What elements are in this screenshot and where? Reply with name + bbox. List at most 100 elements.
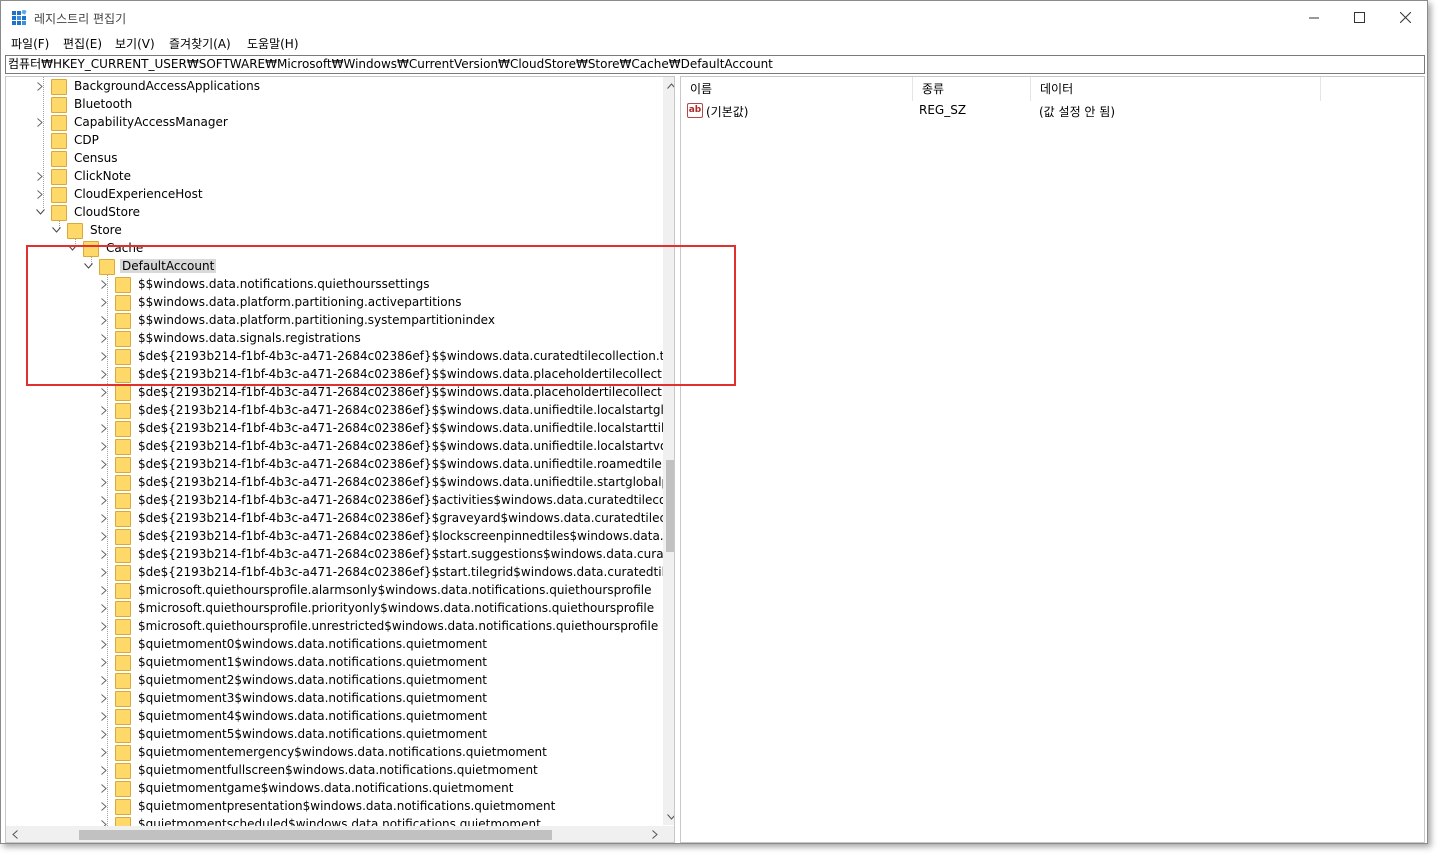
tree-node[interactable]: $quietmoment1$windows.data.notifications… [98,653,489,671]
tree-node[interactable]: CloudStore [34,203,142,221]
maximize-button[interactable] [1336,1,1382,33]
expand-chevron-icon[interactable] [34,80,46,92]
tree-node[interactable]: $quietmomentemergency$windows.data.notif… [98,743,549,761]
collapse-chevron-icon[interactable] [50,224,62,236]
minimize-button[interactable] [1291,1,1337,33]
menu-file[interactable]: 파일(F) [11,35,49,52]
collapse-chevron-icon[interactable] [34,206,46,218]
vertical-scroll-thumb[interactable] [666,460,674,552]
expand-chevron-icon[interactable] [98,512,110,524]
expand-chevron-icon[interactable] [98,620,110,632]
tree-node[interactable]: $de${2193b214-f1bf-4b3c-a471-2684c02386e… [98,437,674,455]
menu-favorites[interactable]: 즐겨찾기(A) [169,35,231,52]
tree-node[interactable]: $de${2193b214-f1bf-4b3c-a471-2684c02386e… [98,473,674,491]
tree-node[interactable]: $quietmoment2$windows.data.notifications… [98,671,489,689]
scroll-down-arrow-icon[interactable] [663,808,674,825]
tree-node[interactable]: $de${2193b214-f1bf-4b3c-a471-2684c02386e… [98,347,674,365]
collapse-chevron-icon[interactable] [82,260,94,272]
tree-node[interactable]: CapabilityAccessManager [34,113,230,131]
tree-node[interactable]: Cache [66,239,145,257]
values-list-pane[interactable]: 이름 종류 데이터 ab (기본값) REG_SZ (값 설정 안 됨) [680,76,1425,843]
scroll-right-arrow-icon[interactable] [646,826,663,842]
menu-edit[interactable]: 편집(E) [63,35,102,52]
tree-node[interactable]: Store [50,221,124,239]
expand-chevron-icon[interactable] [98,404,110,416]
expand-chevron-icon[interactable] [98,368,110,380]
tree-node[interactable]: $de${2193b214-f1bf-4b3c-a471-2684c02386e… [98,401,674,419]
tree-node[interactable]: $de${2193b214-f1bf-4b3c-a471-2684c02386e… [98,563,674,581]
expand-chevron-icon[interactable] [98,422,110,434]
expand-chevron-icon[interactable] [98,584,110,596]
scroll-up-arrow-icon[interactable] [663,77,674,94]
tree-node[interactable]: BackgroundAccessApplications [34,77,262,95]
expand-chevron-icon[interactable] [98,764,110,776]
tree-node[interactable]: $quietmomentgame$windows.data.notificati… [98,779,515,797]
collapse-chevron-icon[interactable] [66,242,78,254]
tree-vertical-scrollbar[interactable] [663,77,674,825]
column-header-type[interactable]: 종류 [913,77,1031,101]
tree-node[interactable]: $$windows.data.platform.partitioning.act… [98,293,463,311]
menu-help[interactable]: 도움말(H) [247,35,299,52]
expand-chevron-icon[interactable] [98,476,110,488]
address-bar[interactable]: 컴퓨터₩HKEY_CURRENT_USER₩SOFTWARE₩Microsoft… [5,55,1425,74]
horizontal-scroll-thumb[interactable] [79,830,552,840]
tree-node[interactable]: $quietmoment4$windows.data.notifications… [98,707,489,725]
expand-chevron-icon[interactable] [98,440,110,452]
tree-node[interactable]: $$windows.data.notifications.quiethourss… [98,275,432,293]
tree-node[interactable]: CDP [34,131,101,149]
expand-chevron-icon[interactable] [98,386,110,398]
close-button[interactable] [1382,1,1428,33]
expand-chevron-icon[interactable] [98,692,110,704]
expand-chevron-icon[interactable] [98,350,110,362]
tree-node[interactable]: $quietmoment0$windows.data.notifications… [98,635,489,653]
tree-node[interactable]: Bluetooth [34,95,134,113]
tree-node[interactable]: $de${2193b214-f1bf-4b3c-a471-2684c02386e… [98,383,674,401]
expand-chevron-icon[interactable] [98,710,110,722]
expand-chevron-icon[interactable] [98,278,110,290]
tree-node[interactable]: $de${2193b214-f1bf-4b3c-a471-2684c02386e… [98,545,674,563]
tree-node[interactable]: ClickNote [34,167,133,185]
expand-chevron-icon[interactable] [98,458,110,470]
expand-chevron-icon[interactable] [98,674,110,686]
tree-node[interactable]: $microsoft.quiethoursprofile.alarmsonly$… [98,581,654,599]
tree-node[interactable]: $microsoft.quiethoursprofile.priorityonl… [98,599,656,617]
column-header-data[interactable]: 데이터 [1031,77,1321,101]
expand-chevron-icon[interactable] [98,800,110,812]
tree-node[interactable]: DefaultAccount [82,257,217,275]
expand-chevron-icon[interactable] [34,188,46,200]
expand-chevron-icon[interactable] [98,566,110,578]
tree-node[interactable]: $quietmoment5$windows.data.notifications… [98,725,489,743]
tree-node[interactable]: $de${2193b214-f1bf-4b3c-a471-2684c02386e… [98,491,674,509]
value-row[interactable]: ab (기본값) REG_SZ (값 설정 안 됨) [681,101,1424,121]
expand-chevron-icon[interactable] [98,548,110,560]
tree-node[interactable]: $de${2193b214-f1bf-4b3c-a471-2684c02386e… [98,419,674,437]
tree-node[interactable]: $de${2193b214-f1bf-4b3c-a471-2684c02386e… [98,509,674,527]
scroll-left-arrow-icon[interactable] [6,826,23,842]
expand-chevron-icon[interactable] [98,314,110,326]
expand-chevron-icon[interactable] [98,782,110,794]
expand-chevron-icon[interactable] [98,530,110,542]
tree-node[interactable]: $$windows.data.signals.registrations [98,329,363,347]
tree-node[interactable]: CloudExperienceHost [34,185,205,203]
expand-chevron-icon[interactable] [98,602,110,614]
tree-node[interactable]: $quietmomentpresentation$windows.data.no… [98,797,557,815]
expand-chevron-icon[interactable] [98,296,110,308]
expand-chevron-icon[interactable] [98,728,110,740]
tree-node[interactable]: $de${2193b214-f1bf-4b3c-a471-2684c02386e… [98,365,674,383]
menu-view[interactable]: 보기(V) [115,35,155,52]
tree-node[interactable]: Census [34,149,119,167]
expand-chevron-icon[interactable] [98,656,110,668]
tree-node[interactable]: $microsoft.quiethoursprofile.unrestricte… [98,617,660,635]
expand-chevron-icon[interactable] [98,332,110,344]
tree-node[interactable]: $quietmoment3$windows.data.notifications… [98,689,489,707]
expand-chevron-icon[interactable] [98,494,110,506]
tree-node[interactable]: $de${2193b214-f1bf-4b3c-a471-2684c02386e… [98,455,674,473]
expand-chevron-icon[interactable] [34,170,46,182]
tree-node[interactable]: $$windows.data.platform.partitioning.sys… [98,311,497,329]
expand-chevron-icon[interactable] [34,116,46,128]
column-header-name[interactable]: 이름 [681,77,913,101]
expand-chevron-icon[interactable] [98,638,110,650]
expand-chevron-icon[interactable] [98,746,110,758]
tree-horizontal-scrollbar[interactable] [6,826,663,842]
tree-node[interactable]: $quietmomentfullscreen$windows.data.noti… [98,761,540,779]
